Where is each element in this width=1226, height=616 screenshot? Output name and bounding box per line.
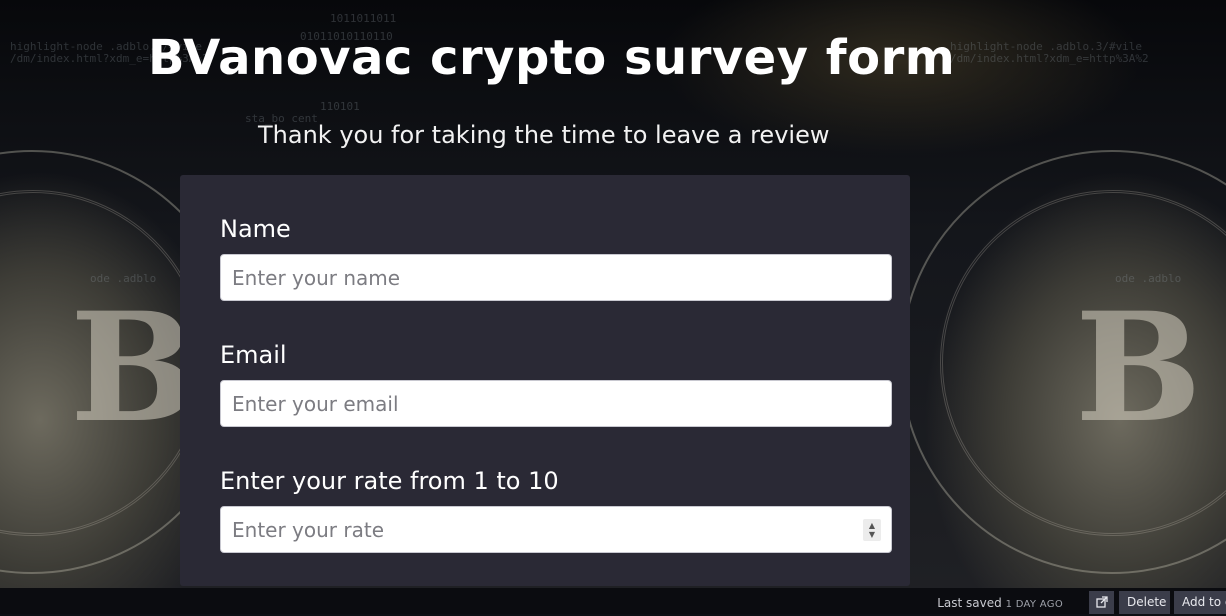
page-description: Thank you for taking the time to leave a… [258, 121, 830, 149]
saved-time: 1 DAY AGO [1005, 599, 1063, 610]
delete-button[interactable]: Delete [1119, 591, 1170, 614]
saved-label: Last saved [937, 596, 1002, 610]
rate-stepper[interactable]: ▲ ▼ [863, 519, 881, 541]
save-status: Last saved 1 DAY AGO [937, 596, 1063, 610]
name-input[interactable] [220, 254, 892, 301]
open-external-button[interactable] [1089, 591, 1114, 614]
email-label: Email [220, 341, 287, 369]
chevron-down-icon[interactable]: ▼ [869, 530, 875, 539]
add-to-collection-button[interactable]: Add to c [1174, 591, 1226, 614]
rate-label: Enter your rate from 1 to 10 [220, 467, 559, 495]
chevron-up-icon[interactable]: ▲ [869, 521, 875, 530]
survey-form: Name Email Enter your rate from 1 to 10 … [180, 175, 910, 586]
external-link-icon [1095, 596, 1108, 608]
rate-input[interactable] [220, 506, 892, 553]
name-label: Name [220, 215, 291, 243]
email-input[interactable] [220, 380, 892, 427]
page-title: BVanovac crypto survey form [148, 30, 956, 86]
footer-bar: Last saved 1 DAY AGO Delete Add to c [0, 588, 1226, 614]
